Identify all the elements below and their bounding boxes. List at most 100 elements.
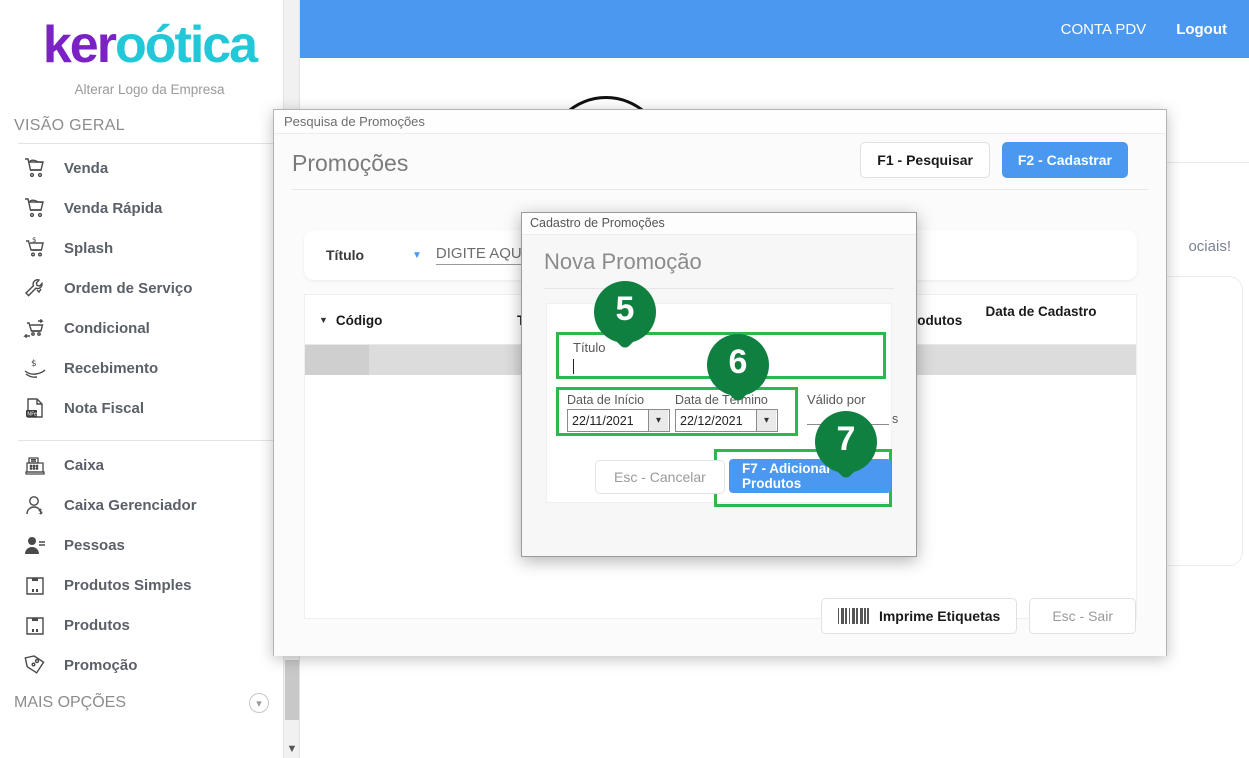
sidebar-item-label: Venda Rápida	[64, 199, 163, 217]
cash-register-icon	[16, 450, 54, 480]
page-title: Nova Promoção	[544, 249, 702, 274]
print-labels-label: Imprime Etiquetas	[878, 608, 1001, 624]
data-termino-input[interactable]: 22/12/2021 ▾	[675, 409, 778, 432]
user-money-icon: $	[16, 490, 54, 520]
hand-money-icon: $	[16, 353, 54, 383]
grid-col-codigo[interactable]: ▼ Código	[319, 295, 382, 345]
sidebar-item-venda-rapida[interactable]: Venda Rápida	[0, 188, 299, 228]
svg-text:$: $	[38, 507, 43, 516]
logout-button[interactable]: Logout	[1176, 21, 1227, 38]
svg-text:NFe: NFe	[27, 412, 37, 418]
box-icon	[16, 570, 54, 600]
nfe-document-icon: NFe	[16, 393, 54, 423]
title-divider	[292, 189, 1148, 190]
svg-text:$: $	[32, 237, 36, 244]
sidebar-item-label: Promoção	[64, 656, 138, 674]
print-labels-button[interactable]: Imprime Etiquetas	[820, 598, 1018, 634]
cancel-button[interactable]: Esc - Cancelar	[595, 460, 725, 494]
window-title-bar: Cadastro de Promoções	[522, 213, 916, 235]
sidebar-item-label: Venda	[64, 159, 109, 177]
exit-button[interactable]: Esc - Sair	[1029, 598, 1136, 634]
sidebar-item-label: Nota Fiscal	[64, 399, 145, 417]
chevron-down-icon[interactable]: ▼	[412, 250, 422, 261]
date-fields-highlight: Data de Início 22/11/2021 ▾ Data de Térm…	[556, 387, 798, 436]
account-label[interactable]: CONTA PDV	[1061, 21, 1147, 38]
barcode-icon	[837, 608, 869, 624]
sidebar-item-label: Produtos Simples	[64, 576, 192, 594]
logo-text-part3: ótica	[144, 16, 258, 74]
top-header-bar: CONTA PDV Logout	[300, 0, 1249, 58]
add-products-button[interactable]: F7 - Adicionar Produtos	[729, 459, 891, 493]
chevron-down-icon[interactable]: ▾	[249, 693, 269, 713]
sidebar-item-pessoas[interactable]: Pessoas	[0, 525, 299, 565]
window-title-bar: Pesquisa de Promoções	[274, 110, 1166, 134]
sidebar-item-venda[interactable]: Venda	[0, 148, 299, 188]
titulo-field-label: Título	[573, 340, 606, 355]
sidebar-item-promocao[interactable]: Promoção	[0, 645, 299, 685]
cadastro-promocoes-window: Cadastro de Promoções Nova Promoção Títu…	[521, 212, 917, 557]
data-termino-value: 22/12/2021	[680, 413, 743, 428]
sidebar-item-label: Pessoas	[64, 536, 125, 554]
shopping-cart-fast-icon	[16, 193, 54, 223]
shopping-cart-icon	[16, 153, 54, 183]
data-inicio-value: 22/11/2021	[572, 413, 634, 428]
chevron-down-icon[interactable]: ▼	[284, 740, 299, 758]
sidebar-item-label: Ordem de Serviço	[64, 279, 193, 297]
wrench-icon	[16, 273, 54, 303]
data-termino-group: Data de Término 22/12/2021 ▾	[675, 393, 778, 432]
sidebar-item-ordem-de-servico[interactable]: Ordem de Serviço	[0, 268, 299, 308]
cart-arrows-icon	[16, 313, 54, 343]
svg-text:$: $	[31, 359, 37, 369]
data-inicio-group: Data de Início 22/11/2021 ▾	[567, 393, 670, 432]
sidebar-divider-top	[18, 143, 281, 144]
sidebar-item-caixa[interactable]: Caixa	[0, 445, 299, 485]
app-root: keroótica Alterar Logo da Empresa VISÃO …	[0, 0, 1249, 758]
text-cursor	[573, 359, 574, 374]
sidebar-item-label: Caixa Gerenciador	[64, 496, 197, 514]
social-text: ociais!	[1188, 238, 1231, 255]
valido-por-input[interactable]	[807, 424, 889, 425]
data-termino-label: Data de Término	[675, 393, 768, 407]
title-divider	[544, 288, 894, 289]
chevron-down-icon[interactable]: ▾	[756, 410, 776, 431]
user-list-icon	[16, 530, 54, 560]
sidebar-item-produtos[interactable]: Produtos	[0, 605, 299, 645]
sidebar-item-recebimento[interactable]: $ Recebimento	[0, 348, 299, 388]
table-cell-codigo	[305, 345, 369, 375]
sidebar: keroótica Alterar Logo da Empresa VISÃO …	[0, 0, 300, 758]
grid-col-label: Data de Cadastro	[985, 304, 1097, 319]
sidebar-item-produtos-simples[interactable]: Produtos Simples	[0, 565, 299, 605]
sidebar-scrollbar-thumb[interactable]	[285, 660, 299, 720]
data-inicio-input[interactable]: 22/11/2021 ▾	[567, 409, 670, 432]
search-field-label: Título	[326, 247, 365, 263]
grid-col-data-cadastro[interactable]: Data de Cadastro	[981, 295, 1101, 345]
sidebar-divider-mid	[18, 440, 281, 441]
sidebar-section-title: VISÃO GERAL	[14, 117, 125, 134]
valido-por-label: Válido por	[807, 392, 866, 407]
sidebar-item-splash[interactable]: $ Splash	[0, 228, 299, 268]
sidebar-item-label: Caixa	[64, 456, 105, 474]
search-button[interactable]: F1 - Pesquisar	[860, 142, 990, 178]
sidebar-more-options[interactable]: MAIS OPÇÕES ▾	[0, 685, 299, 721]
chevron-down-icon[interactable]: ▾	[648, 410, 668, 431]
sidebar-item-condicional[interactable]: Condicional	[0, 308, 299, 348]
grid-col-label: Código	[335, 312, 383, 328]
sidebar-item-caixa-gerenciador[interactable]: $ Caixa Gerenciador	[0, 485, 299, 525]
more-options-label: MAIS OPÇÕES	[14, 694, 127, 711]
logo-text-part1: ker	[42, 16, 117, 74]
data-inicio-label: Data de Início	[567, 393, 645, 407]
box-icon	[16, 610, 54, 640]
sidebar-item-label: Produtos	[64, 616, 130, 634]
dialog-footer-buttons: Imprime Etiquetas Esc - Sair	[820, 598, 1136, 634]
register-button[interactable]: F2 - Cadastrar	[1001, 142, 1128, 178]
valido-por-suffix: s	[892, 412, 899, 426]
sidebar-item-label: Condicional	[64, 319, 150, 337]
sidebar-item-label: Recebimento	[64, 359, 159, 377]
sidebar-item-nota-fiscal[interactable]: NFe Nota Fiscal	[0, 388, 299, 428]
brand-logo[interactable]: keroótica	[0, 0, 299, 74]
sort-caret-icon: ▼	[319, 315, 328, 325]
titulo-field-highlight: Título	[556, 332, 886, 379]
sidebar-item-label: Splash	[64, 239, 114, 257]
logo-text-part2: o	[114, 16, 147, 74]
change-logo-link[interactable]: Alterar Logo da Empresa	[0, 82, 299, 97]
